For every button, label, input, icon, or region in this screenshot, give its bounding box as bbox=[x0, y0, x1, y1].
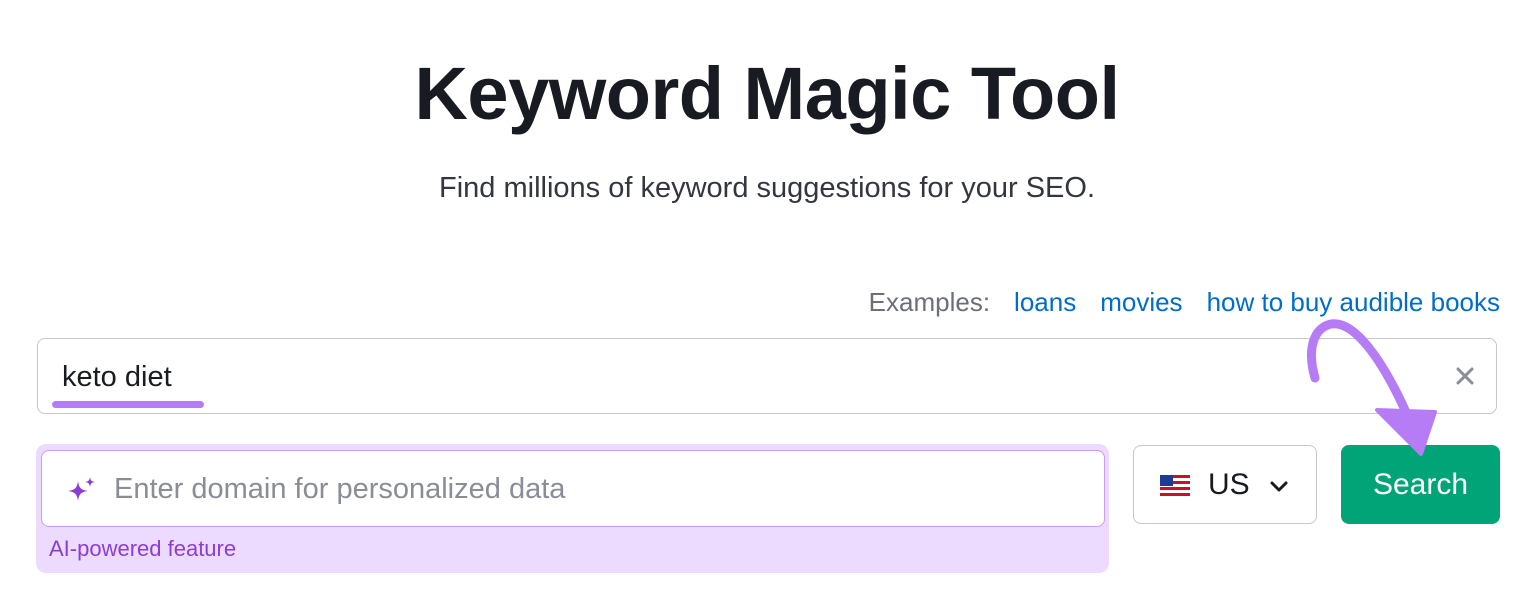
us-flag-icon bbox=[1160, 475, 1190, 496]
examples-row: Examples: loans movies how to buy audibl… bbox=[869, 284, 1500, 320]
database-select[interactable]: US bbox=[1133, 445, 1317, 524]
search-button[interactable]: Search bbox=[1341, 445, 1500, 524]
ai-feature-label: AI-powered feature bbox=[49, 536, 237, 561]
page-title: Keyword Magic Tool bbox=[414, 52, 1120, 135]
domain-input[interactable] bbox=[114, 465, 1074, 513]
database-select-value: US bbox=[1208, 468, 1250, 501]
chevron-down-icon bbox=[1268, 476, 1290, 496]
keyword-input-value[interactable]: keto diet bbox=[62, 359, 172, 395]
keyword-highlight-underline bbox=[52, 401, 204, 408]
close-icon[interactable] bbox=[1450, 361, 1480, 391]
page-subtitle: Find millions of keyword suggestions for… bbox=[439, 172, 1095, 204]
sparkle-icon bbox=[66, 475, 98, 507]
example-link-loans[interactable]: loans bbox=[1014, 287, 1076, 318]
example-link-audible-books[interactable]: how to buy audible books bbox=[1207, 287, 1500, 318]
examples-label: Examples: bbox=[868, 286, 991, 317]
ai-domain-panel: AI-powered feature bbox=[36, 444, 1109, 573]
domain-input-box[interactable] bbox=[41, 450, 1105, 527]
example-link-movies[interactable]: movies bbox=[1100, 287, 1182, 318]
keyword-input[interactable]: keto diet bbox=[37, 338, 1497, 414]
